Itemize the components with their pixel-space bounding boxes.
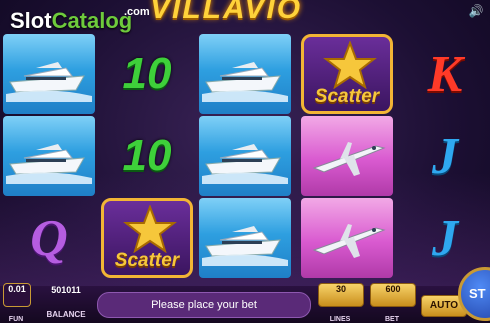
denomination-value[interactable]: 0.01	[3, 283, 31, 307]
speaker-icon[interactable]: 🔊	[468, 4, 484, 20]
balance-value: 501011	[51, 285, 81, 295]
game-title: VILLAVIO	[150, 0, 303, 25]
symbol-text: J	[432, 209, 458, 267]
control-bar: 0.01 FUN 501011 BALANCE Please place you…	[0, 267, 490, 323]
symbol-text: K	[427, 45, 463, 103]
bet-value[interactable]: 600	[370, 283, 416, 307]
symbol-q: Q	[3, 198, 95, 278]
status-message: Please place your bet	[97, 292, 311, 318]
reel-2: 10 10 Scatter	[98, 30, 196, 286]
scatter-label: Scatter	[314, 86, 380, 107]
denomination-label: FUN	[8, 316, 24, 323]
symbol-scatter: Scatter	[101, 198, 193, 278]
reel-4: Scatter	[298, 30, 396, 286]
lines-value[interactable]: 30	[318, 283, 364, 307]
symbol-ten: 10	[101, 34, 193, 114]
symbol-yacht	[3, 116, 95, 196]
symbol-j: J	[399, 116, 490, 196]
symbol-text: J	[432, 127, 458, 185]
symbol-yacht	[199, 116, 291, 196]
symbol-plane	[301, 198, 393, 278]
scatter-label: Scatter	[114, 250, 180, 271]
symbol-k: K	[399, 34, 490, 114]
logo-suffix: .com	[124, 6, 150, 18]
reel-5: KJJ	[396, 30, 490, 286]
reel-1: Q	[0, 30, 98, 286]
lines-label: LINES	[329, 316, 351, 323]
bet-label: BET	[385, 316, 399, 323]
symbol-scatter: Scatter	[301, 34, 393, 114]
symbol-plane	[301, 116, 393, 196]
balance-label: BALANCE	[46, 310, 86, 319]
symbol-yacht	[199, 34, 291, 114]
symbol-yacht	[3, 34, 95, 114]
reel-3	[196, 30, 294, 286]
game-stage: SlotCatalog .com VILLAVIO 🔊 Q 10 10 Scatter…	[0, 0, 490, 323]
reel-area: Q 10 10 Scatter Scatter K J J	[0, 30, 490, 286]
symbol-yacht	[199, 198, 291, 278]
symbol-text: 10	[122, 131, 172, 180]
symbol-text: 10	[122, 49, 172, 98]
symbol-ten: 10	[101, 116, 193, 196]
symbol-j: J	[399, 198, 490, 278]
symbol-text: Q	[30, 209, 68, 267]
